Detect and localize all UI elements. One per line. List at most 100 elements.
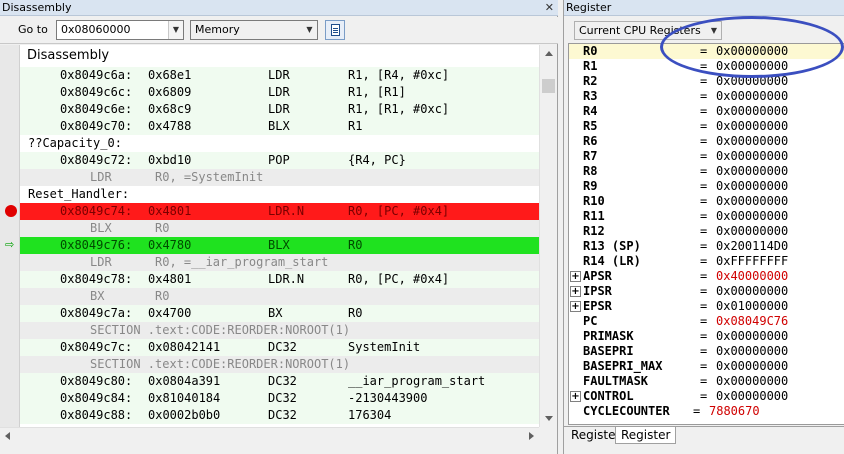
register-value[interactable]: 0x00000000 [716,359,788,374]
register-value[interactable]: 0x08049C76 [716,314,788,329]
register-row[interactable]: R11 = 0x00000000 [569,209,844,224]
breakpoint-icon[interactable] [5,205,17,217]
register-row[interactable]: R14 (LR) = 0xFFFFFFFF [569,254,844,269]
register-value[interactable]: 0x00000000 [716,44,788,59]
close-icon[interactable]: ✕ [545,0,554,15]
disassembly-source-row[interactable]: BLX R0 [20,220,539,237]
register-value[interactable]: 0x00000000 [716,89,788,104]
disassembly-instruction-row[interactable]: 0x8049c6c: 0x6809 LDR R1, [R1] [20,84,539,101]
disassembly-view[interactable]: ⇨ Disassembly 0x8049c6a: 0x68e1 LDR R1, [R4… [0,45,539,427]
register-row[interactable]: R5 = 0x00000000 [569,119,844,134]
goto-address-input[interactable]: 0x08060000 ▼ [56,20,184,40]
register-value[interactable]: 0x00000000 [716,374,788,389]
register-value[interactable]: 0x200114D0 [716,239,788,254]
register-row[interactable]: + APSR = 0x40000000 [569,269,844,284]
register-row[interactable]: CYCLECOUNTER = 7880670 [569,404,844,419]
expand-plus-icon[interactable]: + [570,271,581,282]
memory-zone-select[interactable]: Memory ▼ [190,20,318,40]
register-row[interactable]: R6 = 0x00000000 [569,134,844,149]
register-row[interactable]: R13 (SP) = 0x200114D0 [569,239,844,254]
register-value[interactable]: 0x00000000 [716,194,788,209]
register-row[interactable]: R1 = 0x00000000 [569,59,844,74]
equals-sign: = [700,44,708,58]
register-row[interactable]: R0 = 0x00000000 [569,44,844,59]
register-value[interactable]: 0x00000000 [716,59,788,74]
chevron-down-icon[interactable]: ▼ [168,21,183,39]
disassembly-source-row[interactable]: LDR R0, =SystemInit [20,169,539,186]
scroll-up-icon[interactable] [545,51,553,56]
register-value[interactable]: 7880670 [709,404,760,419]
disassembly-label-row[interactable]: ??Capacity_0: [20,135,539,152]
register-value[interactable]: 0x00000000 [716,209,788,224]
scroll-down-icon[interactable] [545,416,553,421]
disassembly-instruction-row[interactable]: 0x8049c70: 0x4788 BLX R1 [20,118,539,135]
chevron-down-icon[interactable]: ▼ [707,22,721,39]
disassembly-instruction-row[interactable]: 0x8049c7a: 0x4700 BX R0 [20,305,539,322]
disassembly-instruction-row[interactable]: 0x8049c74: 0x4801 LDR.N R0, [PC, #0x4] [20,203,539,220]
register-row[interactable]: + EPSR = 0x01000000 [569,299,844,314]
register-row[interactable]: R8 = 0x00000000 [569,164,844,179]
disassembly-source-row[interactable]: SECTION .text:CODE:REORDER:NOROOT(1) [20,356,539,373]
breakpoint-gutter[interactable]: ⇨ [0,45,20,427]
document-button[interactable] [325,20,345,40]
register-row[interactable]: R12 = 0x00000000 [569,224,844,239]
register-value[interactable]: 0x00000000 [716,134,788,149]
disassembly-instruction-row[interactable]: 0x8049c80: 0x0804a391 DC32 __iar_program_st… [20,373,539,390]
register-row[interactable]: R9 = 0x00000000 [569,179,844,194]
horizontal-scrollbar[interactable] [0,427,539,444]
disassembly-instruction-row[interactable]: 0x8049c76: 0x4780 BLX R0 [20,237,539,254]
disassembly-source-row[interactable]: LDR R0, =__iar_program_start [20,254,539,271]
register-value[interactable]: 0x00000000 [716,149,788,164]
disassembly-label-row[interactable]: Reset_Handler: [20,186,539,203]
register-row[interactable]: BASEPRI = 0x00000000 [569,344,844,359]
scroll-left-icon[interactable] [5,432,10,440]
instruction-address: 0x8049c7a: [60,306,133,320]
register-row[interactable]: R3 = 0x00000000 [569,89,844,104]
register-value[interactable]: 0x00000000 [716,119,788,134]
register-value[interactable]: 0x01000000 [716,299,788,314]
disassembly-instruction-row[interactable]: 0x8049c84: 0x81040184 DC32 -2130443900 [20,390,539,407]
disassembly-source-row[interactable]: SECTION .text:CODE:REORDER:NOROOT(1) [20,322,539,339]
vertical-scrollbar[interactable] [539,45,557,427]
disassembly-source-row[interactable]: BX R0 [20,288,539,305]
register-value[interactable]: 0x00000000 [716,224,788,239]
register-value[interactable]: 0x40000000 [716,269,788,284]
register-value[interactable]: 0x00000000 [716,329,788,344]
register-group-select[interactable]: Current CPU Registers ▼ [574,21,722,40]
scroll-right-icon[interactable] [529,432,534,440]
register-row[interactable]: + IPSR = 0x00000000 [569,284,844,299]
register-row[interactable]: R2 = 0x00000000 [569,74,844,89]
expand-plus-icon[interactable]: + [570,391,581,402]
expand-plus-icon[interactable]: + [570,301,581,312]
chevron-down-icon[interactable]: ▼ [302,21,317,39]
disassembly-instruction-row[interactable]: 0x8049c78: 0x4801 LDR.N R0, [PC, #0x4] [20,271,539,288]
register-value[interactable]: 0x00000000 [716,104,788,119]
register-row[interactable]: PRIMASK = 0x00000000 [569,329,844,344]
register-value[interactable]: 0x00000000 [716,74,788,89]
register-row[interactable]: R7 = 0x00000000 [569,149,844,164]
equals-sign: = [700,134,708,148]
register-value[interactable]: 0x00000000 [716,164,788,179]
disassembly-instruction-row[interactable]: 0x8049c72: 0xbd10 POP {R4, PC} [20,152,539,169]
register-list[interactable]: R0 = 0x00000000 R1 = 0x00000000 R2 = 0x00000000 R… [568,43,844,425]
register-value[interactable]: 0x00000000 [716,284,788,299]
tab-register-2[interactable]: Register [615,427,677,444]
register-value[interactable]: 0xFFFFFFFF [716,254,788,269]
disassembly-instruction-row[interactable]: 0x8049c88: 0x0002b0b0 DC32 176304 [20,407,539,424]
disassembly-instruction-row[interactable]: 0x8049c6a: 0x68e1 LDR R1, [R4, #0xc] [20,67,539,84]
instruction-mnemonic: BLX [268,238,290,252]
register-row[interactable]: R4 = 0x00000000 [569,104,844,119]
register-row[interactable]: R10 = 0x00000000 [569,194,844,209]
register-row[interactable]: BASEPRI_MAX = 0x00000000 [569,359,844,374]
register-row[interactable]: FAULTMASK = 0x00000000 [569,374,844,389]
disassembly-instruction-row[interactable]: 0x8049c6e: 0x68c9 LDR R1, [R1, #0xc] [20,101,539,118]
register-value[interactable]: 0x00000000 [716,179,788,194]
expand-plus-icon[interactable]: + [570,286,581,297]
instruction-operands: 176304 [348,408,392,422]
register-value[interactable]: 0x00000000 [716,389,788,404]
register-row[interactable]: + CONTROL = 0x00000000 [569,389,844,404]
disassembly-instruction-row[interactable]: 0x8049c7c: 0x08042141 DC32 SystemInit [20,339,539,356]
register-row[interactable]: PC = 0x08049C76 [569,314,844,329]
scroll-thumb[interactable] [542,79,555,93]
register-value[interactable]: 0x00000000 [716,344,788,359]
